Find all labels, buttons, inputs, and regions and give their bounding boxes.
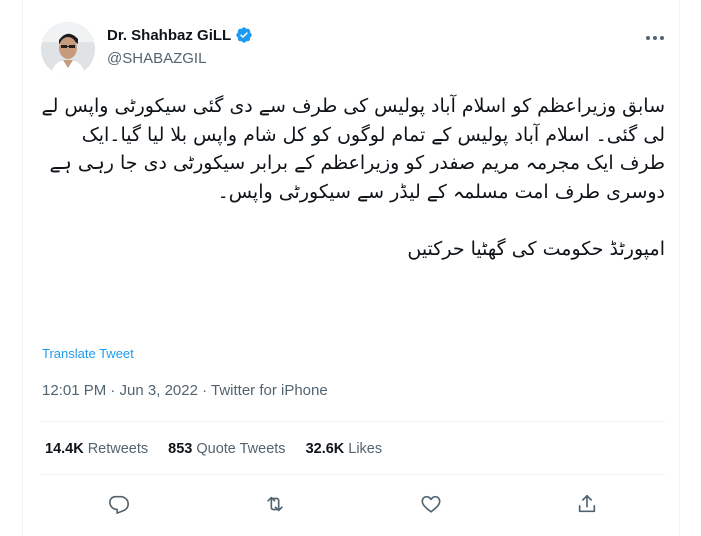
divider	[41, 474, 665, 475]
author-name-row[interactable]: Dr. Shahbaz GiLL	[107, 26, 253, 44]
retweet-button[interactable]	[260, 489, 290, 519]
likes-label: Likes	[348, 441, 383, 457]
tweet-timestamp[interactable]: 12:01 PM · Jun 3, 2022 · Twitter for iPh…	[42, 382, 328, 399]
likes-stat[interactable]: 32.6K Likes	[306, 441, 383, 457]
avatar[interactable]	[41, 22, 95, 76]
like-button[interactable]	[416, 489, 446, 519]
retweet-icon	[267, 496, 283, 512]
share-button[interactable]	[572, 489, 602, 519]
divider	[41, 421, 665, 422]
more-dot	[653, 36, 657, 40]
verified-badge-icon	[235, 26, 253, 44]
quote-tweets-stat[interactable]: 853 Quote Tweets	[168, 441, 285, 457]
retweets-count: 14.4K	[45, 441, 84, 457]
tweet-stats: 14.4K Retweets 853 Quote Tweets 32.6K Li…	[45, 441, 382, 457]
quote-tweets-count: 853	[168, 441, 193, 457]
translate-tweet-link[interactable]: Translate Tweet	[42, 346, 134, 361]
more-dot	[646, 36, 651, 40]
retweets-stat[interactable]: 14.4K Retweets	[45, 441, 148, 457]
tweet-text: سابق وزیراعظم کو اسلام آباد پولیس کی طرف…	[41, 95, 665, 260]
retweets-label: Retweets	[87, 441, 149, 457]
author-name[interactable]: Dr. Shahbaz GiLL	[107, 27, 231, 44]
likes-count: 32.6K	[305, 441, 345, 457]
quote-tweets-label: Quote Tweets	[196, 441, 286, 457]
author-handle[interactable]: @SHABAZGIL	[107, 50, 206, 67]
tweet-actions	[41, 489, 665, 519]
heart-icon	[421, 495, 441, 513]
reply-icon	[109, 495, 129, 514]
reply-button[interactable]	[104, 489, 134, 519]
avatar-image	[41, 22, 95, 76]
more-icon[interactable]	[644, 28, 666, 48]
share-icon	[578, 494, 596, 513]
more-dot	[659, 36, 664, 40]
